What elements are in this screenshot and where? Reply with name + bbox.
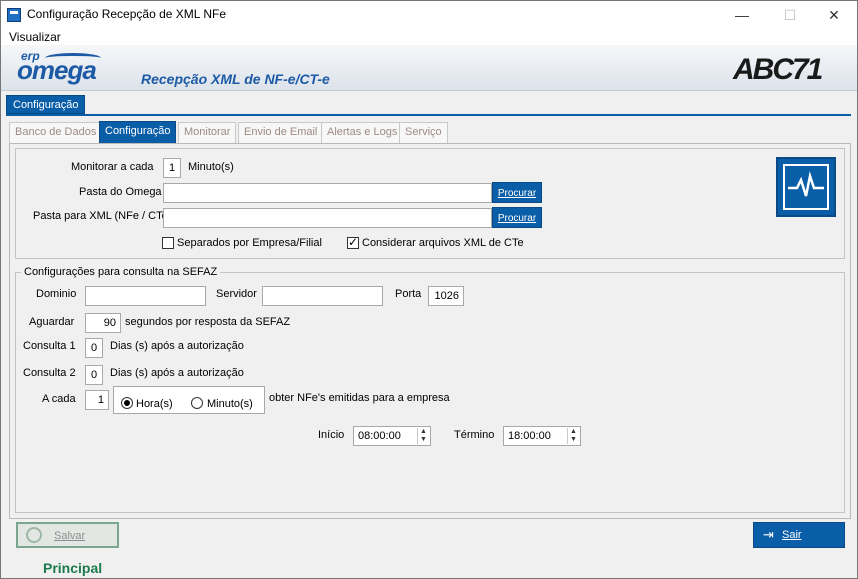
sefaz-group-title: Configurações para consulta na SEFAZ [21,266,221,278]
acada-input[interactable]: 1 [85,390,109,410]
considerar-cte-label: Considerar arquivos XML de CTe [362,237,524,249]
pulse-icon [783,164,829,210]
menu-bar: Visualizar [1,29,857,45]
logo-omega: omega [17,55,97,85]
tab-monitorar[interactable]: Monitorar [178,122,237,143]
pasta-omega-input[interactable] [163,183,492,203]
aguardar-input[interactable]: 90 [85,313,121,333]
monitorar-unit-label: Minuto(s) [188,161,234,173]
tab-banco-de-dados[interactable]: Banco de Dados [9,122,103,143]
inicio-time-input[interactable]: 08:00:00 ▲ ▼ [353,426,431,446]
banner-title: Recepção XML de NF-e/CT-e [141,71,330,87]
maximize-button[interactable]: ☐ [767,1,813,29]
header-banner: erp omega Recepção XML de NF-e/CT-e ABC7… [1,45,857,91]
consulta1-suffix-label: Dias (s) após a autorização [110,340,244,352]
aguardar-label: Aguardar [29,316,75,328]
exit-icon: ⇥ [763,527,774,542]
tab-alertas-e-logs[interactable]: Alertas e Logs [321,122,404,143]
porta-label: Porta [395,288,422,300]
tab-configuracao-main[interactable]: Configuração [6,95,86,114]
consulta1-input[interactable]: 0 [85,338,103,358]
sair-button[interactable]: ⇥ Sair [753,522,845,548]
aguardar-suffix-label: segundos por resposta da SEFAZ [125,316,291,328]
termino-label: Término [454,429,495,441]
salvar-button[interactable]: Salvar [16,522,119,548]
consulta2-suffix-label: Dias (s) após a autorização [110,367,244,379]
brand-logo: ABC71 [733,53,823,86]
procurar-xml-button[interactable]: Procurar [492,207,542,228]
pasta-xml-input[interactable] [163,208,492,228]
separados-label: Separados por Empresa/Filial [177,237,322,249]
save-icon [26,527,42,543]
termino-time-value: 18:00:00 [508,430,551,442]
close-button[interactable]: ✕ [811,1,857,29]
inicio-time-value: 08:00:00 [358,430,401,442]
termino-spinner[interactable]: ▲ ▼ [567,428,579,444]
minuto-radio[interactable] [191,397,203,409]
porta-input[interactable]: 1026 [428,286,464,306]
servidor-label: Servidor [216,288,257,300]
pasta-xml-label: Pasta para XML (NFe / CTe) [33,210,172,222]
title-bar: Configuração Recepção de XML NFe — ☐ ✕ [1,1,857,29]
inicio-spinner[interactable]: ▲ ▼ [417,428,429,444]
obter-label: obter NFe's emitidas para a empresa [269,392,450,404]
separados-checkbox[interactable] [162,237,174,249]
tab-envio-de-email[interactable]: Envio de Email [238,122,324,143]
minimize-button[interactable]: — [719,1,765,29]
termino-time-input[interactable]: 18:00:00 ▲ ▼ [503,426,581,446]
pasta-omega-label: Pasta do Omega [79,186,162,198]
minuto-label: Minuto(s) [207,398,253,410]
salvar-label: Salvar [54,530,86,542]
considerar-cte-checkbox[interactable] [347,235,359,249]
monitor-pulse-button[interactable] [776,157,836,217]
monitorar-input[interactable]: 1 [163,158,181,178]
consulta2-input[interactable]: 0 [85,365,103,385]
dominio-input[interactable] [85,286,206,306]
window-title: Configuração Recepção de XML NFe [27,7,226,21]
sair-label: Sair [782,529,802,541]
hora-label: Hora(s) [136,398,173,410]
menu-visualizar[interactable]: Visualizar [9,30,61,44]
acada-label: A cada [42,393,76,405]
status-label: Principal [43,560,103,576]
app-window: Configuração Recepção de XML NFe — ☐ ✕ V… [0,0,858,579]
consulta2-label: Consulta 2 [23,367,76,379]
inicio-label: Início [318,429,345,441]
hora-radio[interactable] [121,397,133,409]
app-icon [7,8,21,22]
tab-underline [6,114,851,116]
monitorar-label: Monitorar a cada [71,161,154,173]
servidor-input[interactable] [262,286,383,306]
tab-servico[interactable]: Serviço [399,122,448,143]
consulta1-label: Consulta 1 [23,340,76,352]
dominio-label: Dominio [36,288,77,300]
tab-configuracao[interactable]: Configuração [99,121,177,143]
procurar-omega-button[interactable]: Procurar [492,182,542,203]
